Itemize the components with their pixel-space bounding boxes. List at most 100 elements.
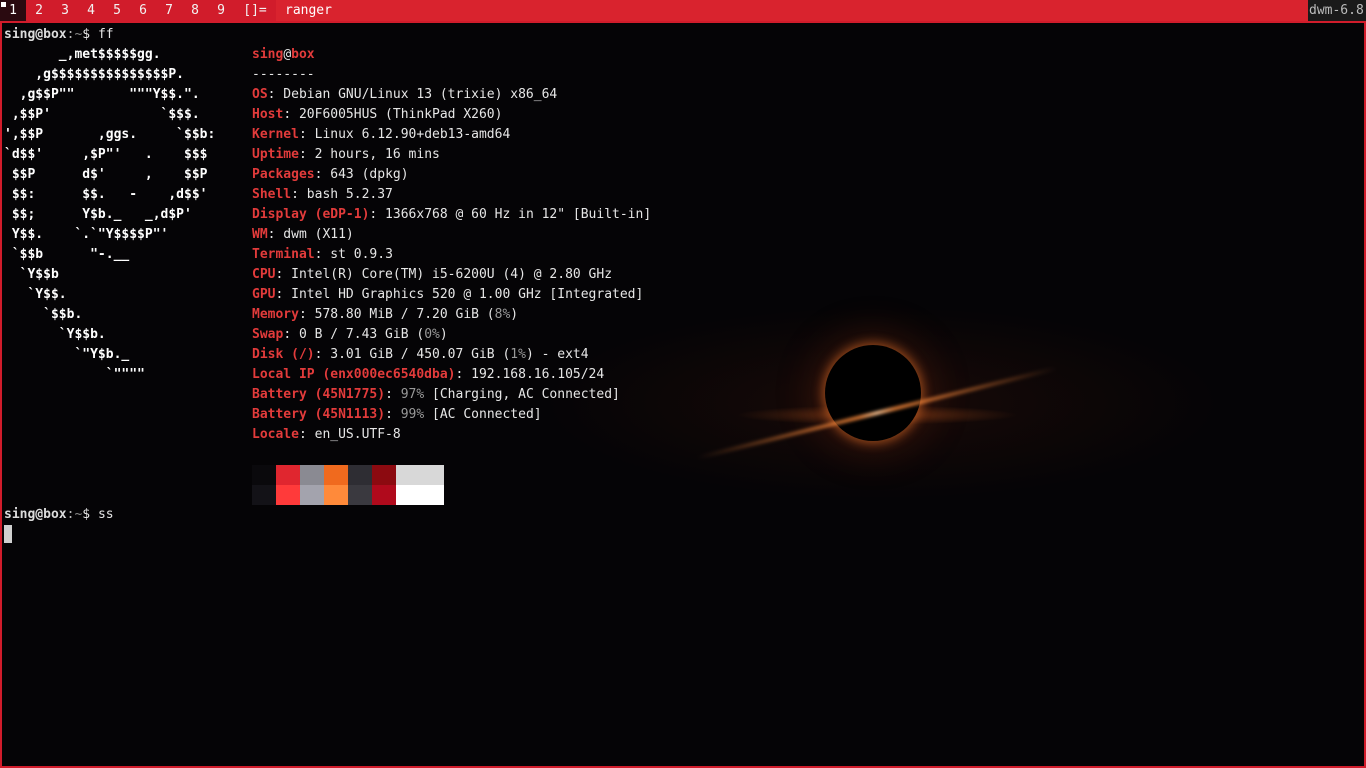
window-title: ranger <box>276 0 1308 21</box>
info-line: Disk (/): 3.01 GiB / 450.07 GiB (1%) - e… <box>252 345 589 365</box>
info-key: Kernel <box>252 127 299 142</box>
info-key: Battery (45N1775) <box>252 387 386 402</box>
logo-line: `d$$' ,$P"' . $$$ <box>4 147 208 162</box>
info-key: WM <box>252 227 268 242</box>
info-line: OS: Debian GNU/Linux 13 (trixie) x86_64 <box>252 85 557 105</box>
logo-line: ,$$P' `$$$. <box>4 107 200 122</box>
info-value: : Debian GNU/Linux 13 (trixie) x86_64 <box>267 87 558 102</box>
prompt-line-ss: sing@box:~$ ss <box>4 505 114 525</box>
info-line: Terminal: st 0.9.3 <box>252 245 393 265</box>
fetch-header: sing@box <box>252 45 315 65</box>
info-line: WM: dwm (X11) <box>252 225 354 245</box>
palette-swatch <box>372 485 396 505</box>
wallpaper-black-hole <box>825 345 921 441</box>
palette-swatch <box>348 465 372 485</box>
tag-6[interactable]: 6 <box>130 0 156 21</box>
info-line: Battery (45N1113): 99% [AC Connected] <box>252 405 542 425</box>
info-line: Battery (45N1775): 97% [Charging, AC Con… <box>252 385 620 405</box>
fetch-underline: -------- <box>252 67 315 82</box>
info-key: Terminal <box>252 247 315 262</box>
info-line: Packages: 643 (dpkg) <box>252 165 409 185</box>
info-key: Packages <box>252 167 315 182</box>
layout-indicator[interactable]: []= <box>234 0 276 21</box>
logo-line: $$: $$. - ,d$$' <box>4 187 208 202</box>
palette-swatch <box>324 485 348 505</box>
info-value: : Linux 6.12.90+deb13-amd64 <box>298 127 511 142</box>
logo-line: $$; Y$b._ _,d$P' <box>4 207 192 222</box>
palette-swatch <box>348 485 372 505</box>
tag-9[interactable]: 9 <box>208 0 234 21</box>
palette-swatch <box>396 465 420 485</box>
palette-swatch <box>420 485 444 505</box>
info-percent: 8% <box>494 307 511 322</box>
info-key: OS <box>252 87 268 102</box>
info-line: Shell: bash 5.2.37 <box>252 185 393 205</box>
info-value: : Intel HD Graphics 520 @ 1.00 GHz [Inte… <box>275 287 644 302</box>
info-key: Shell <box>252 187 292 202</box>
info-tail: [Charging, AC Connected] <box>424 387 620 402</box>
logo-line: ,g$$P"" """Y$$.". <box>4 87 200 102</box>
tag-8[interactable]: 8 <box>182 0 208 21</box>
logo-line: `$$b "-.__ <box>4 247 130 262</box>
info-tail: [AC Connected] <box>424 407 542 422</box>
tag-7[interactable]: 7 <box>156 0 182 21</box>
status-text: dwm-6.8 <box>1308 0 1366 21</box>
info-line: Host: 20F6005HUS (ThinkPad X260) <box>252 105 502 125</box>
info-key: GPU <box>252 287 276 302</box>
info-value: : <box>385 407 401 422</box>
info-key: Host <box>252 107 284 122</box>
prompt-symbol: $ <box>82 507 91 522</box>
palette-swatch <box>420 465 444 485</box>
info-key: Battery (45N1113) <box>252 407 386 422</box>
prompt-user: sing@box <box>4 507 67 522</box>
info-value: : Intel(R) Core(TM) i5-6200U (4) @ 2.80 … <box>275 267 613 282</box>
header-host: box <box>291 47 315 62</box>
info-line: Kernel: Linux 6.12.90+deb13-amd64 <box>252 125 510 145</box>
info-value: : 643 (dpkg) <box>314 167 409 182</box>
info-percent: 1% <box>510 347 526 362</box>
info-tail: ) <box>510 307 519 322</box>
palette-swatch <box>396 485 420 505</box>
info-value: : bash 5.2.37 <box>291 187 393 202</box>
palette-swatch <box>276 485 300 505</box>
info-line: Locale: en_US.UTF-8 <box>252 425 401 445</box>
info-line: Memory: 578.80 MiB / 7.20 GiB (8%) <box>252 305 518 325</box>
info-value: : <box>385 387 401 402</box>
dwm-bar: 123456789 []= ranger dwm-6.8 <box>0 0 1366 21</box>
tag-4[interactable]: 4 <box>78 0 104 21</box>
header-user: sing <box>252 47 284 62</box>
palette-swatch <box>252 465 276 485</box>
info-key: Memory <box>252 307 299 322</box>
logo-line: ',$$P ,ggs. `$$b: <box>4 127 216 142</box>
logo-line: `Y$$b. <box>4 327 106 342</box>
tag-3[interactable]: 3 <box>52 0 78 21</box>
info-value: : 1366x768 @ 60 Hz in 12" [Built-in] <box>369 207 652 222</box>
palette-swatch <box>276 465 300 485</box>
info-line: CPU: Intel(R) Core(TM) i5-6200U (4) @ 2.… <box>252 265 612 285</box>
logo-line: `"Y$b._ <box>4 347 130 362</box>
info-value: : 192.168.16.105/24 <box>455 367 605 382</box>
tag-1[interactable]: 1 <box>0 0 26 21</box>
info-value: : 3.01 GiB / 450.07 GiB ( <box>314 347 511 362</box>
prompt-symbol: $ <box>82 27 91 42</box>
info-value: : dwm (X11) <box>267 227 354 242</box>
tag-2[interactable]: 2 <box>26 0 52 21</box>
prompt-user: sing@box <box>4 27 67 42</box>
terminal-window[interactable]: sing@box:~$ ff _,met$$$$$gg. ,g$$$$$$$$$… <box>0 21 1366 768</box>
info-key: Disk (/) <box>252 347 315 362</box>
logo-line: `Y$$. <box>4 287 67 302</box>
palette-swatch <box>300 485 324 505</box>
logo-line: `Y$$b <box>4 267 59 282</box>
info-line: Swap: 0 B / 7.43 GiB (0%) <box>252 325 448 345</box>
palette-swatch <box>324 465 348 485</box>
tag-5[interactable]: 5 <box>104 0 130 21</box>
info-percent: 99% <box>400 407 425 422</box>
info-line: Local IP (enx000ec6540dba): 192.168.16.1… <box>252 365 604 385</box>
info-key: Swap <box>252 327 284 342</box>
info-key: CPU <box>252 267 276 282</box>
info-key: Local IP (enx000ec6540dba) <box>252 367 456 382</box>
info-value: : 578.80 MiB / 7.20 GiB ( <box>298 307 495 322</box>
info-tail: ) - ext4 <box>525 347 589 362</box>
prompt-line-ff: sing@box:~$ ff <box>4 25 114 45</box>
info-line: Display (eDP-1): 1366x768 @ 60 Hz in 12"… <box>252 205 651 225</box>
